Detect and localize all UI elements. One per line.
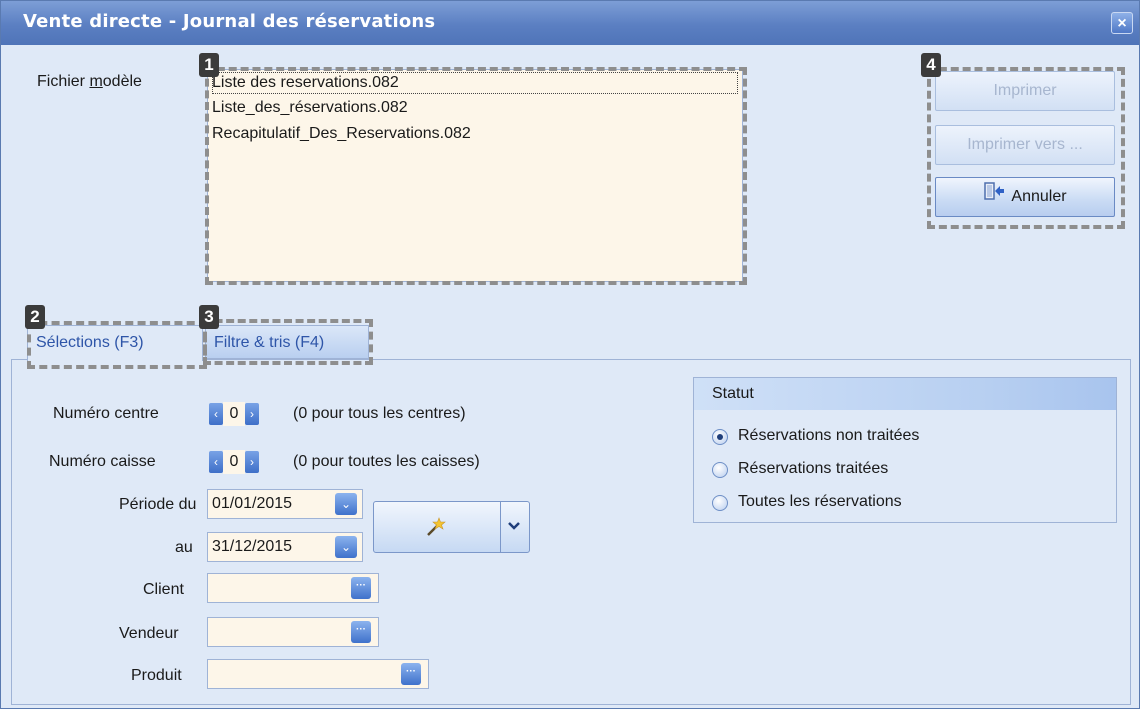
title-bar: Vente directe - Journal des réservations…	[1, 1, 1139, 45]
status-group-title: Statut	[712, 385, 754, 402]
radio-treated[interactable]	[712, 462, 728, 478]
period-from-label: Période du	[119, 496, 197, 513]
annotation-box-4	[927, 67, 1125, 229]
magic-wand-icon	[424, 516, 446, 543]
window-title: Vente directe - Journal des réservations	[23, 11, 436, 32]
centre-hint: (0 pour tous les centres)	[293, 405, 466, 422]
caisse-value[interactable]: 0	[223, 450, 245, 474]
annotation-marker-1: 1	[199, 53, 219, 77]
radio-untreated-label[interactable]: Réservations non traitées	[738, 427, 919, 445]
ellipsis-icon[interactable]: ···	[351, 577, 371, 599]
chevron-right-icon[interactable]: ›	[245, 451, 259, 473]
annotation-marker-2: 2	[25, 305, 45, 329]
ellipsis-icon[interactable]: ···	[401, 663, 421, 685]
client-label: Client	[143, 581, 184, 598]
status-group: Statut Réservations non traitées Réserva…	[693, 377, 1117, 523]
radio-treated-label[interactable]: Réservations traitées	[738, 460, 888, 478]
status-group-header: Statut	[694, 378, 1116, 410]
caisse-hint: (0 pour toutes les caisses)	[293, 453, 480, 470]
ellipsis-icon[interactable]: ···	[351, 621, 371, 643]
template-file-label-accel: m	[89, 73, 103, 90]
template-file-label: Fichier modèle	[37, 73, 142, 91]
period-to-label: au	[175, 539, 193, 556]
chevron-down-icon[interactable]: ⌄	[335, 536, 357, 558]
template-file-label-suffix: odèle	[102, 73, 142, 90]
radio-all-label[interactable]: Toutes les réservations	[738, 493, 902, 511]
chevron-down-icon[interactable]	[506, 518, 522, 539]
chevron-left-icon[interactable]: ‹	[209, 451, 223, 473]
annotation-box-2	[27, 321, 207, 369]
dialog-window: Vente directe - Journal des réservations…	[0, 0, 1140, 709]
split-divider	[500, 502, 501, 552]
caisse-stepper[interactable]: ‹ 0 ›	[209, 449, 259, 475]
template-file-label-prefix: Fichier	[37, 73, 90, 90]
radio-untreated[interactable]	[712, 429, 728, 445]
close-button[interactable]: ×	[1111, 12, 1133, 34]
produit-label: Produit	[131, 667, 182, 684]
annotation-marker-3: 3	[199, 305, 219, 329]
centre-value[interactable]: 0	[223, 402, 245, 426]
centre-stepper[interactable]: ‹ 0 ›	[209, 401, 259, 427]
annotation-marker-4: 4	[921, 53, 941, 77]
chevron-down-icon[interactable]: ⌄	[335, 493, 357, 515]
chevron-left-icon[interactable]: ‹	[209, 403, 223, 425]
caisse-label: Numéro caisse	[49, 453, 156, 470]
annotation-box-1	[205, 67, 747, 285]
annotation-box-3	[203, 319, 373, 365]
chevron-right-icon[interactable]: ›	[245, 403, 259, 425]
centre-label: Numéro centre	[53, 405, 159, 422]
vendeur-label: Vendeur	[119, 625, 179, 642]
produit-field[interactable]	[207, 659, 429, 689]
period-preset-button[interactable]	[373, 501, 530, 553]
radio-all[interactable]	[712, 495, 728, 511]
